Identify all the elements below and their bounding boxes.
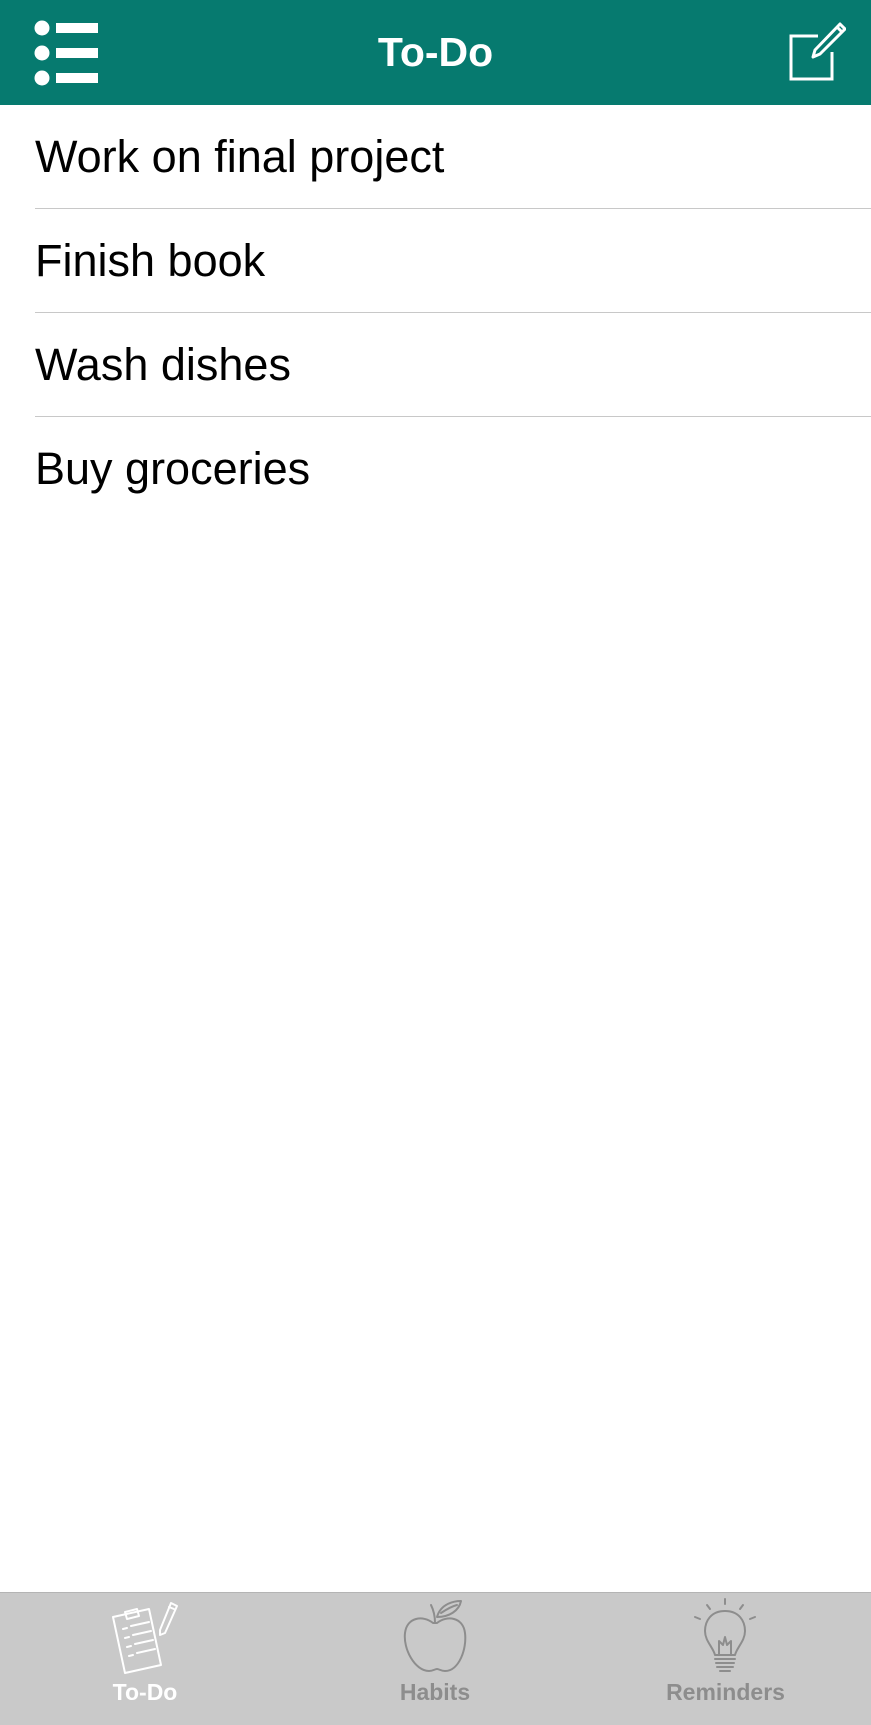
list-menu-icon: [34, 20, 98, 86]
tab-habits[interactable]: Habits: [290, 1593, 580, 1725]
todo-item[interactable]: Wash dishes: [0, 313, 871, 417]
tab-label: To-Do: [112, 1679, 178, 1705]
app-screen: To-Do Work on final project Finish book …: [0, 0, 871, 1725]
lightbulb-icon: [694, 1598, 756, 1672]
todo-item[interactable]: Finish book: [0, 209, 871, 313]
apple-icon: [403, 1600, 467, 1672]
tab-bar: To-Do Habits Reminders: [0, 1592, 871, 1725]
tab-todo[interactable]: To-Do: [0, 1593, 290, 1725]
menu-button[interactable]: [34, 20, 110, 86]
todo-item-label: Wash dishes: [35, 339, 291, 390]
tab-reminders[interactable]: Reminders: [580, 1593, 871, 1725]
todo-item-label: Buy groceries: [35, 443, 311, 494]
clipboard-icon: [112, 1602, 178, 1674]
todo-item-label: Work on final project: [35, 131, 445, 182]
page-title: To-Do: [377, 29, 494, 75]
todo-item[interactable]: Work on final project: [0, 105, 871, 209]
todo-list: Work on final project Finish book Wash d…: [0, 105, 871, 521]
tab-label: Habits: [399, 1679, 471, 1705]
compose-button[interactable]: [786, 22, 847, 82]
todo-item-label: Finish book: [35, 235, 266, 286]
todo-item[interactable]: Buy groceries: [0, 417, 871, 521]
nav-bar: To-Do: [0, 0, 871, 105]
tab-label: Reminders: [666, 1679, 785, 1705]
compose-icon: [789, 22, 847, 81]
